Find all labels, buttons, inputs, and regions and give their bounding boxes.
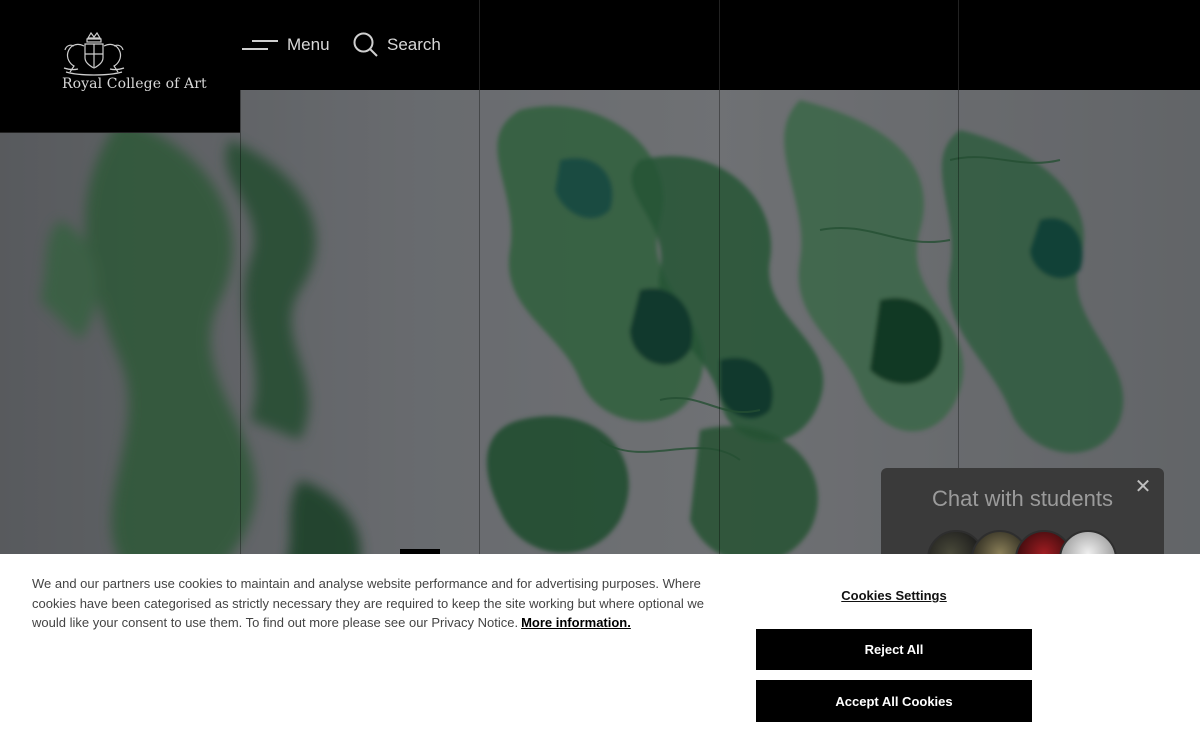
accept-all-cookies-button[interactable]: Accept All Cookies: [756, 680, 1032, 722]
header-divider: [479, 0, 480, 90]
search-icon: [353, 32, 378, 57]
cookie-banner: We and our partners use cookies to maint…: [0, 554, 1200, 740]
site-logo-link[interactable]: Royal College of Art: [0, 0, 240, 133]
logo-wordmark: Royal College of Art: [62, 76, 207, 92]
chat-title: Chat with students: [932, 486, 1113, 511]
close-icon[interactable]: ✕: [1132, 476, 1154, 498]
cookie-text: We and our partners use cookies to maint…: [32, 574, 732, 633]
menu-button[interactable]: Menu: [242, 30, 330, 60]
hamburger-icon: [242, 37, 278, 53]
cookies-settings-link[interactable]: Cookies Settings: [756, 588, 1032, 603]
header-divider: [719, 0, 720, 90]
menu-label: Menu: [287, 35, 330, 54]
search-label: Search: [387, 35, 441, 54]
more-information-link[interactable]: More information.: [521, 615, 631, 630]
header-divider: [958, 0, 959, 90]
royal-crest-icon: [63, 32, 125, 76]
search-button[interactable]: Search: [353, 30, 441, 60]
reject-all-button[interactable]: Reject All: [756, 629, 1032, 670]
chat-widget[interactable]: Chat with students ✕: [881, 468, 1164, 588]
